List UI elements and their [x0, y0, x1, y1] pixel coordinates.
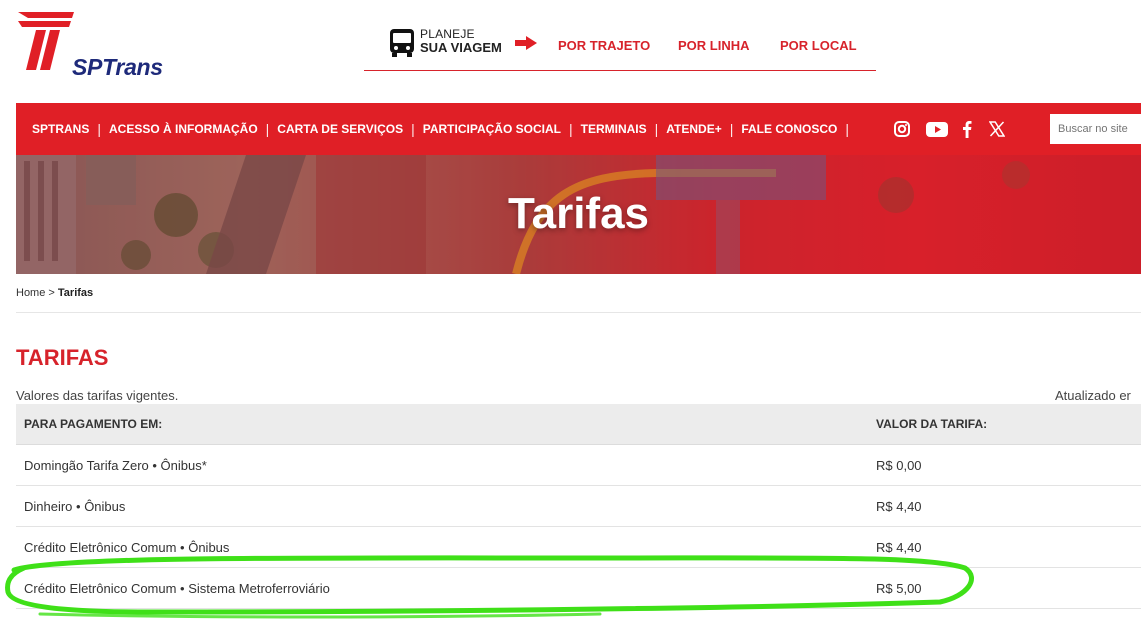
nav-separator: | — [265, 121, 270, 137]
fare-label: Crédito Eletrônico Comum • Ônibus — [24, 540, 230, 555]
nav-item-participacao-social[interactable]: PARTICIPAÇÃO SOCIAL — [423, 122, 561, 136]
link-por-local[interactable]: POR LOCAL — [780, 38, 857, 53]
planner-line2: SUA VIAGEM — [420, 40, 502, 55]
nav-separator: | — [729, 121, 734, 137]
nav-separator: | — [411, 121, 415, 137]
breadcrumb-home[interactable]: Home — [16, 287, 45, 299]
nav-item-fale-conosco[interactable]: FALE CONOSCO — [741, 122, 837, 136]
fare-label: Dinheiro • Ônibus — [24, 499, 126, 514]
nav-item-terminais[interactable]: TERMINAIS — [581, 122, 647, 136]
search-input[interactable] — [1050, 114, 1141, 144]
table-row: Crédito Eletrônico Comum • Ônibus R$ 4,4… — [16, 527, 1141, 568]
link-por-trajeto[interactable]: POR TRAJETO — [558, 38, 650, 53]
fare-label: Domingão Tarifa Zero • Ônibus* — [24, 458, 207, 473]
bus-icon — [390, 29, 414, 57]
updated-text: Atualizado er — [1055, 388, 1131, 403]
table-row: Domingão Tarifa Zero • Ônibus* R$ 0,00 — [16, 445, 1141, 486]
facebook-icon[interactable] — [962, 120, 972, 138]
hero-banner: Tarifas — [16, 155, 1141, 274]
fare-value: R$ 4,40 — [876, 540, 922, 555]
table-header: PARA PAGAMENTO EM: VALOR DA TARIFA: — [16, 404, 1141, 445]
breadcrumb-separator: > — [48, 287, 55, 299]
nav-separator: | — [97, 121, 101, 137]
nav-separator: | — [568, 121, 573, 137]
nav-item-acesso-informacao[interactable]: ACESSO À INFORMAÇÃO — [109, 122, 258, 136]
banner-title: Tarifas — [507, 189, 650, 238]
arrow-right-icon — [515, 36, 537, 50]
nav-item-sptrans[interactable]: SPTRANS — [32, 122, 89, 136]
trip-planner: PLANEJE SUA VIAGEM POR TRAJETO POR LINHA… — [364, 28, 876, 71]
nav-separator: | — [654, 121, 659, 137]
sptrans-logo-mark-icon — [18, 12, 74, 70]
fare-value: R$ 5,00 — [876, 581, 922, 596]
nav-item-carta-servicos[interactable]: CARTA DE SERVIÇOS — [277, 122, 403, 136]
brand-name: SPTrans — [72, 54, 163, 80]
page-subtitle: Valores das tarifas vigentes. — [16, 388, 179, 403]
breadcrumb-current: Tarifas — [57, 287, 94, 299]
fare-value: R$ 4,40 — [876, 499, 922, 514]
column-header-value: VALOR DA TARIFA: — [876, 417, 988, 431]
page-title: TARIFAS — [16, 345, 109, 370]
sptrans-logo[interactable]: SPTrans — [16, 8, 186, 80]
planner-label: PLANEJE SUA VIAGEM — [420, 28, 502, 55]
nav-separator: | — [845, 121, 849, 137]
table-row: Crédito Eletrônico Comum • Sistema Metro… — [16, 568, 1141, 609]
fares-table: PARA PAGAMENTO EM: VALOR DA TARIFA: Domi… — [16, 404, 1141, 609]
main-nav: SPTRANS | ACESSO À INFORMAÇÃO | CARTA DE… — [16, 103, 1141, 155]
fare-value: R$ 0,00 — [876, 458, 922, 473]
x-icon[interactable] — [989, 121, 1005, 137]
link-por-linha[interactable]: POR LINHA — [678, 38, 750, 53]
table-row: Dinheiro • Ônibus R$ 4,40 — [16, 486, 1141, 527]
divider — [16, 312, 1141, 313]
fare-label: Crédito Eletrônico Comum • Sistema Metro… — [24, 581, 330, 596]
nav-item-atende[interactable]: ATENDE+ — [666, 122, 721, 136]
breadcrumb: Home > Tarifas — [16, 287, 93, 299]
instagram-icon[interactable] — [894, 121, 910, 137]
column-header-payment: PARA PAGAMENTO EM: — [24, 417, 163, 431]
youtube-icon[interactable] — [926, 122, 948, 137]
